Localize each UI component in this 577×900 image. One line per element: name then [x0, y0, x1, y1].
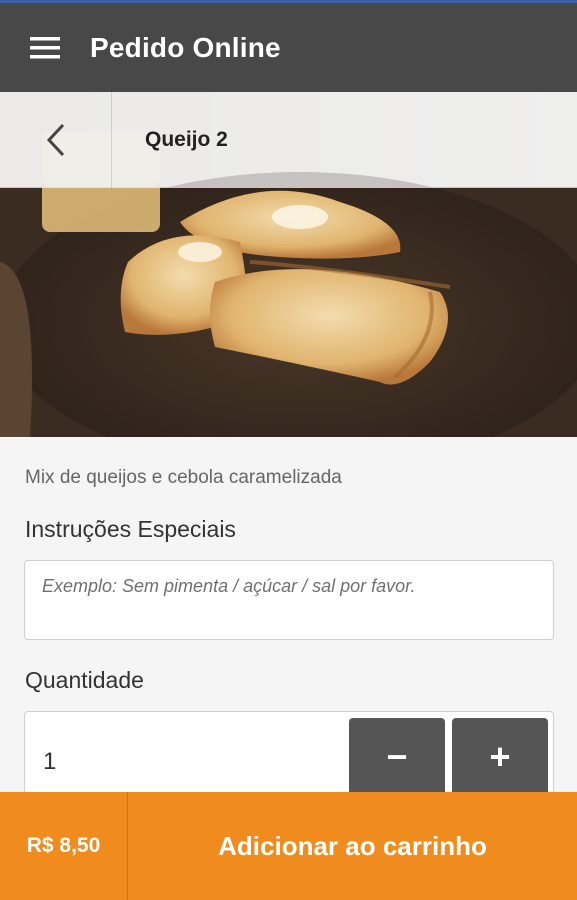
instructions-label: Instruções Especiais [25, 516, 236, 542]
cart-footer: R$ 8,50 Adicionar ao carrinho [0, 792, 577, 900]
app-bar: Pedido Online [0, 3, 577, 92]
chevron-left-icon [46, 123, 64, 157]
decrease-quantity-button[interactable]: − [349, 718, 445, 796]
product-hero: Queijo 2 [0, 92, 577, 437]
item-price: R$ 8,50 [0, 792, 128, 900]
special-instructions-input[interactable] [24, 560, 554, 640]
quantity-label: Quantidade [25, 667, 144, 693]
quantity-stepper: 1 − + [24, 711, 554, 801]
minus-icon: − [386, 736, 408, 777]
app-title: Pedido Online [90, 31, 281, 63]
item-name: Queijo 2 [145, 128, 228, 151]
back-button[interactable] [0, 92, 112, 188]
item-header: Queijo 2 [0, 92, 577, 188]
increase-quantity-button[interactable]: + [452, 718, 548, 796]
menu-button[interactable] [0, 3, 90, 92]
menu-icon [30, 36, 60, 58]
item-description: Mix de queijos e cebola caramelizada [25, 467, 342, 488]
add-to-cart-button[interactable]: Adicionar ao carrinho [128, 792, 577, 900]
plus-icon: + [489, 736, 511, 777]
quantity-value[interactable]: 1 [43, 748, 56, 776]
